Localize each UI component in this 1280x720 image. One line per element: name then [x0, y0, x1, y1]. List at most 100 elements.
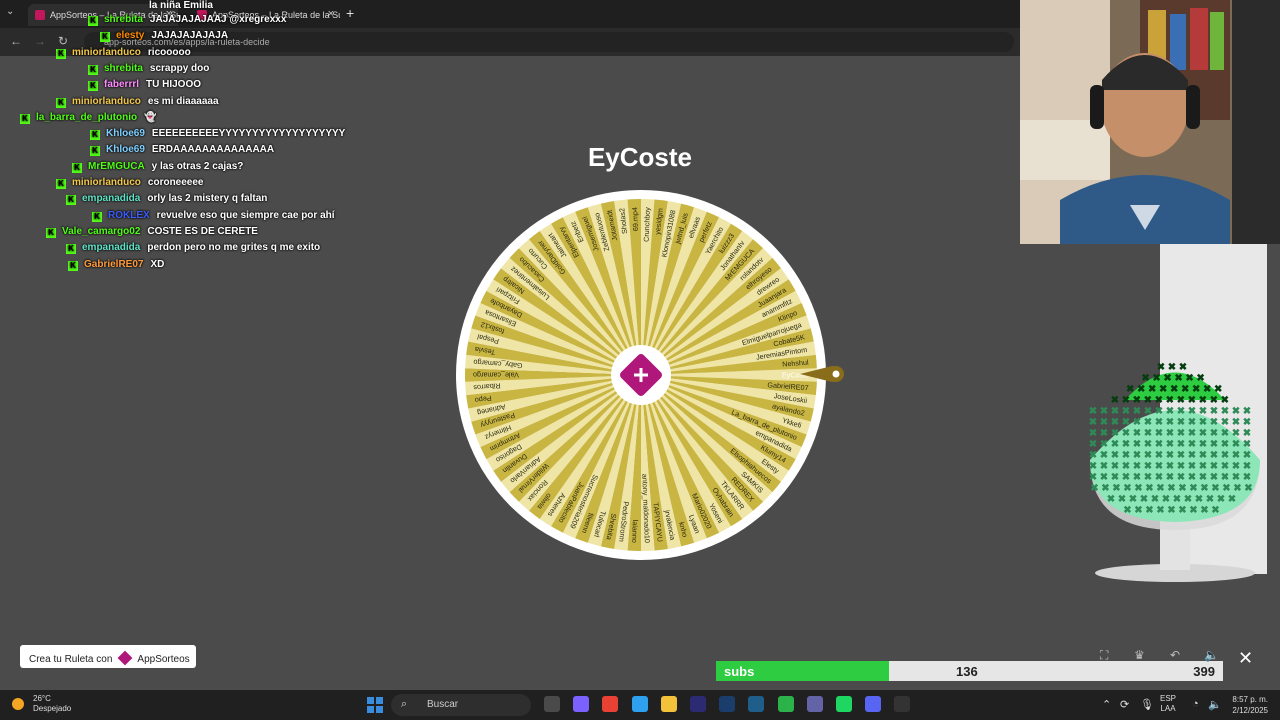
- kick-logo-icon: ✖: [1100, 461, 1108, 472]
- wifi-icon[interactable]: ◔: [1192, 698, 1199, 710]
- kick-logo-icon: ✖: [1188, 395, 1196, 406]
- chat-username[interactable]: empanadida: [82, 242, 140, 253]
- kick-logo-icon: ✖: [1133, 439, 1141, 450]
- kick-badge-icon: K: [92, 211, 102, 222]
- close-icon[interactable]: ✕: [1238, 648, 1254, 668]
- chat-username[interactable]: Khloe69: [106, 128, 145, 139]
- kick-logo-icon: ✖: [1111, 439, 1119, 450]
- chat-username[interactable]: miniorlanduco: [72, 96, 141, 107]
- kick-logo-icon: ✖: [1089, 450, 1097, 461]
- kick-logo-icon: ✖: [1233, 483, 1241, 494]
- chat-text: perdon pero no me grites q me exito: [147, 242, 321, 254]
- kick-logo-icon: ✖: [1144, 461, 1152, 472]
- kick-logo-icon: ✖: [1177, 395, 1185, 406]
- file-explorer-icon[interactable]: [544, 696, 560, 712]
- kick-logo-icon: ✖: [1232, 406, 1240, 417]
- chat-username[interactable]: miniorlanduco: [72, 177, 141, 188]
- chat-username[interactable]: faberrrl: [104, 79, 139, 90]
- chat-username[interactable]: MrEMGUCA: [88, 161, 145, 172]
- kick-logo-icon: ✖: [1100, 472, 1108, 483]
- kick-logo-icon: ✖: [1181, 384, 1189, 395]
- chat-username[interactable]: la_barra_de_plutonio: [36, 112, 137, 123]
- chrome-icon[interactable]: [602, 696, 619, 712]
- kick-logo-icon: ✖: [1089, 406, 1097, 417]
- kick-logo-icon: ✖: [1144, 428, 1152, 439]
- kick-logo-icon: ✖: [1111, 417, 1119, 428]
- obs-icon[interactable]: [894, 696, 911, 712]
- chat-username[interactable]: elesty: [116, 30, 144, 41]
- stream-chat-overlay: la niña Emilia Kshrebita JAJAJAJAJAAJ @xr…: [0, 0, 420, 280]
- teams-icon[interactable]: [806, 696, 823, 712]
- kick-logo-icon: ✖: [1122, 439, 1130, 450]
- kick-logo-icon: ✖: [1141, 373, 1149, 384]
- chat-text: coroneeeee: [147, 177, 204, 188]
- premiere-icon[interactable]: [690, 696, 706, 712]
- wheel-entry-label: 69.mp4: [630, 207, 640, 231]
- spotify-icon[interactable]: [836, 696, 852, 712]
- kick-logo-icon: ✖: [1152, 373, 1160, 384]
- microphone-icon[interactable]: 🎙: [1140, 698, 1154, 711]
- wheel-entry-label: laianno: [630, 520, 640, 544]
- kick-badge-icon: K: [68, 260, 78, 271]
- network-icon[interactable]: ⟳: [1120, 698, 1129, 711]
- kick-logo-icon: ✖: [1166, 461, 1174, 472]
- steam-icon[interactable]: [748, 696, 765, 712]
- kick-logo-icon: ✖: [1122, 428, 1130, 439]
- kick-logo-icon: ✖: [1195, 494, 1203, 505]
- kick-jar-icon: ✖ ✖ ✖✖ ✖ ✖ ✖ ✖ ✖✖ ✖ ✖ ✖ ✖ ✖ ✖ ✖ ✖✖ ✖ ✖ ✖ ✖ ✖ ✖ ✖ ✖ ✖ ✖✖ ✖ ✖ ✖ ✖ ✖ ✖ ✖ ✖ ✖ ✖…: [1089, 362, 1260, 582]
- kick-logo-icon: ✖: [1144, 417, 1152, 428]
- kick-logo-icon: ✖: [1122, 472, 1130, 483]
- search-placeholder: Buscar: [427, 699, 459, 710]
- folder-icon[interactable]: [660, 696, 677, 712]
- kick-logo-icon: ✖: [1210, 428, 1218, 439]
- kick-logo-icon: ✖: [1140, 494, 1148, 505]
- taskbar-search[interactable]: ⌕ Buscar: [391, 694, 531, 716]
- kick-logo-icon: ✖: [1232, 439, 1240, 450]
- volume-icon[interactable]: 🔈: [1204, 648, 1219, 662]
- create-wheel-button[interactable]: Crea tu Ruleta con AppSorteos: [20, 645, 196, 668]
- wheel-pointer: [800, 366, 844, 382]
- clock[interactable]: 8:57 p. m. 2/12/2025: [1232, 694, 1268, 716]
- audition-icon[interactable]: [719, 696, 736, 712]
- trophy-icon[interactable]: ♛: [1134, 648, 1145, 662]
- kick-logo-icon: ✖: [1111, 428, 1119, 439]
- expand-icon[interactable]: ⛶: [1100, 648, 1108, 663]
- chat-username[interactable]: miniorlanduco: [72, 47, 141, 58]
- kick-logo-icon: ✖: [1221, 428, 1229, 439]
- kick-logo-icon: ✖: [1232, 428, 1240, 439]
- moon-weather-icon: [12, 698, 24, 710]
- undo-icon[interactable]: ↶: [1170, 648, 1180, 662]
- kick-logo-icon: ✖: [1211, 483, 1219, 494]
- kick-logo-icon: ✖: [1166, 472, 1174, 483]
- kick-logo-icon: ✖: [1133, 417, 1141, 428]
- kick-logo-icon: ✖: [1129, 494, 1137, 505]
- chat-username[interactable]: empanadida: [82, 193, 140, 204]
- copilot-icon[interactable]: [573, 696, 590, 712]
- discord-icon[interactable]: [865, 696, 882, 712]
- chat-username[interactable]: shrebita: [104, 14, 143, 25]
- kick-logo-icon: ✖: [1145, 483, 1153, 494]
- speaker-icon[interactable]: 🔈: [1208, 698, 1222, 711]
- weather-desc: Despejado: [33, 704, 72, 713]
- kick-logo-icon: ✖: [1174, 373, 1182, 384]
- chevron-up-icon[interactable]: ⌃: [1102, 698, 1111, 711]
- green-app-icon[interactable]: [777, 696, 794, 712]
- edge-icon[interactable]: [631, 696, 648, 712]
- prize-wheel[interactable]: EyCosteGabrielRE07JoseLoskiiayalando2Ykk…: [456, 190, 826, 560]
- language[interactable]: ESP: [1160, 694, 1176, 704]
- kick-logo-icon: ✖: [1222, 483, 1230, 494]
- chat-username[interactable]: Vale_camargo02: [62, 226, 140, 237]
- kick-logo-icon: ✖: [1200, 483, 1208, 494]
- kick-logo-icon: ✖: [1155, 450, 1163, 461]
- chat-username[interactable]: GabrielRE07: [84, 259, 143, 270]
- kick-logo-icon: ✖: [1244, 483, 1252, 494]
- chat-username[interactable]: Khloe69: [106, 144, 145, 155]
- kick-logo-icon: ✖: [1199, 395, 1207, 406]
- kick-logo-icon: ✖: [1199, 428, 1207, 439]
- kick-logo-icon: ✖: [1196, 373, 1204, 384]
- chat-username[interactable]: shrebita: [104, 63, 143, 74]
- kick-logo-icon: ✖: [1177, 417, 1185, 428]
- chat-username[interactable]: ROKLEX: [108, 210, 150, 221]
- kick-logo-icon: ✖: [1217, 494, 1225, 505]
- windows-start-icon[interactable]: [367, 697, 383, 713]
